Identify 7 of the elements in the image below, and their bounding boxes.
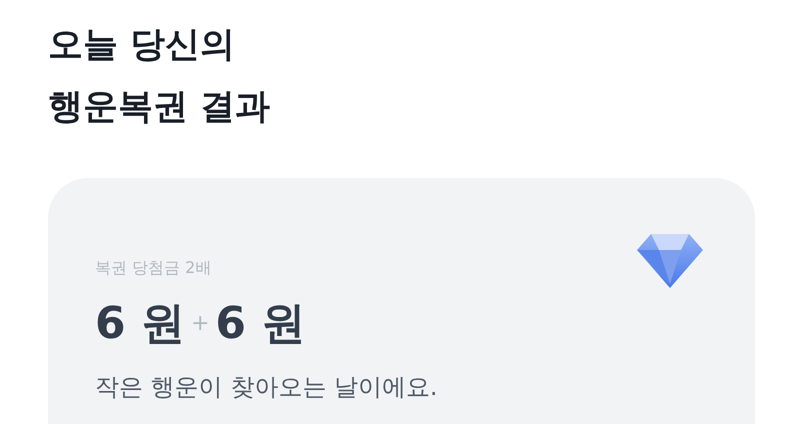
diamond-icon (637, 232, 703, 288)
plus-sign: + (190, 311, 210, 336)
result-message: 작은 행운이 찾아오는 날이에요. (95, 372, 439, 403)
page-title: 오늘 당신의 행운복권 결과 (48, 24, 272, 129)
prize-amount: 6 원 (215, 297, 306, 351)
prize-amount: 6 원 (95, 297, 185, 351)
prize-label: 복권 당첨금 2배 (95, 258, 212, 279)
